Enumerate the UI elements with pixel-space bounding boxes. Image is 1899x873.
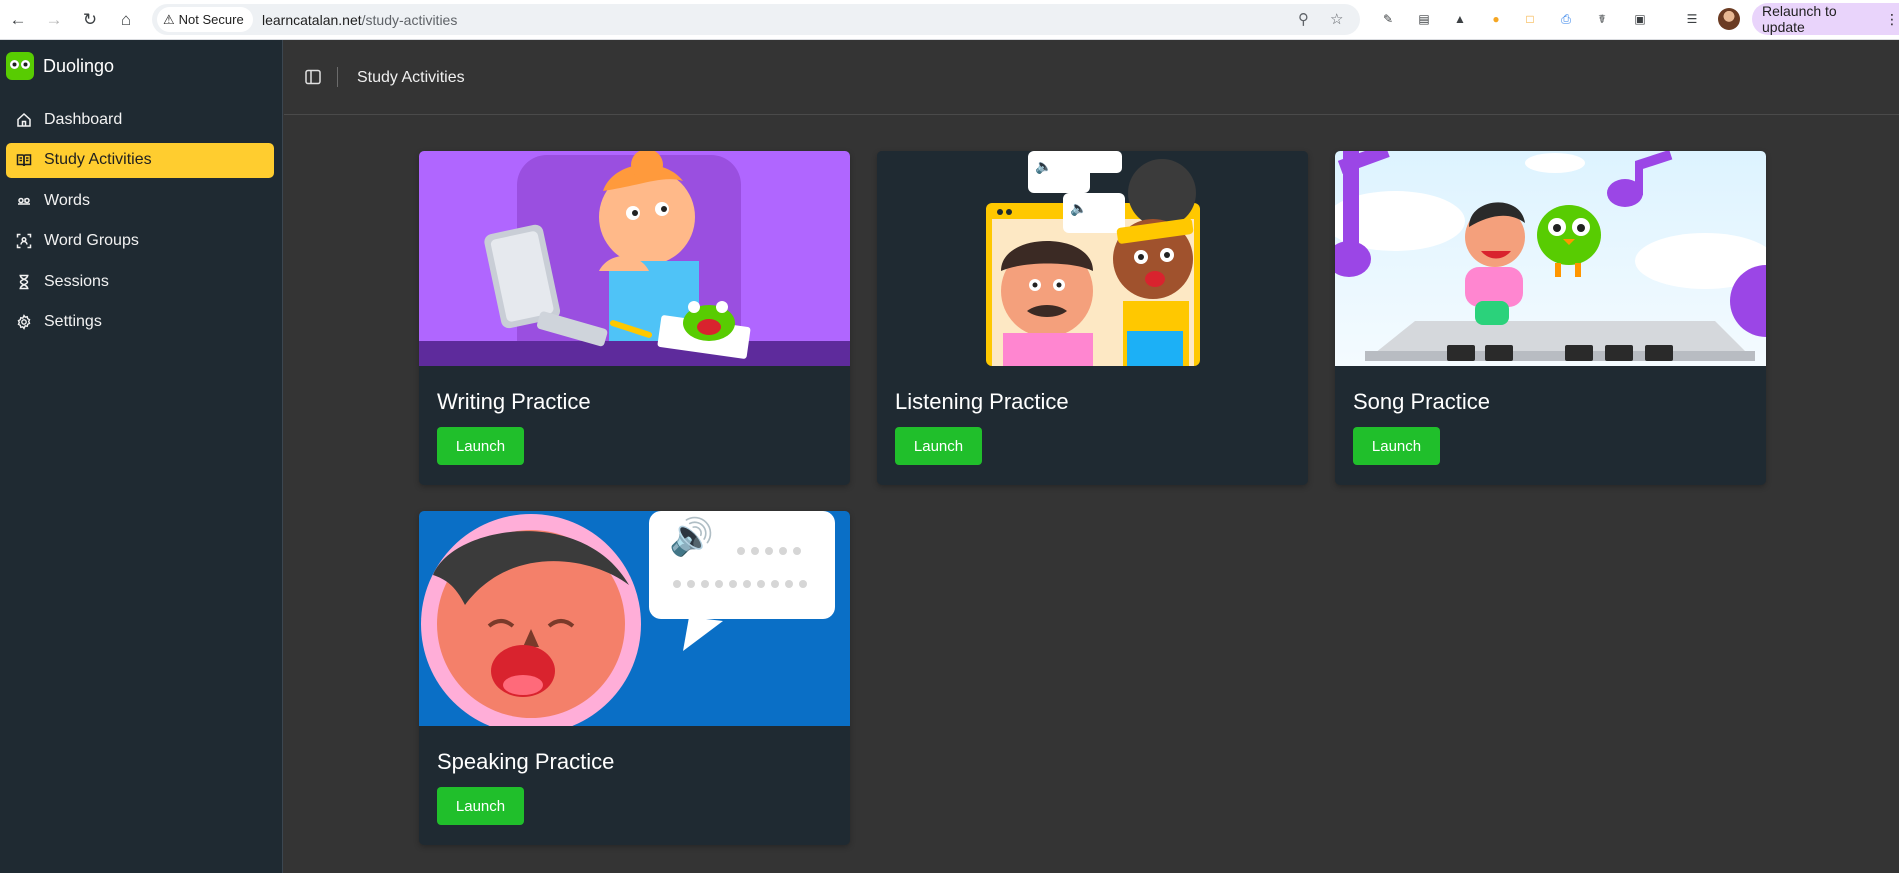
activity-title: Writing Practice [437, 389, 591, 414]
writing-practice-illustration [419, 151, 850, 366]
sidebar-item-sessions[interactable]: Sessions [6, 264, 274, 299]
activity-title: Song Practice [1353, 389, 1490, 414]
svg-text:🔊: 🔊 [669, 515, 714, 558]
sidebar-item-label: Study Activities [44, 151, 152, 168]
bookmark-star-icon[interactable]: ☆ [1330, 10, 1343, 28]
speaking-practice-illustration: 🔊 [419, 511, 850, 726]
eyedropper-extension-icon[interactable]: ✎ [1378, 9, 1398, 29]
reload-icon[interactable]: ↻ [76, 6, 104, 34]
sidebar-item-word-groups[interactable]: Word Groups [6, 224, 274, 259]
sidebar-item-label: Words [44, 191, 90, 209]
pdf-extension-icon[interactable]: □ [1520, 9, 1540, 29]
brand[interactable]: Duolingo [6, 52, 114, 80]
activity-card-writing: Writing Practice Launch [419, 151, 850, 485]
sidebar-item-label: Settings [44, 313, 102, 330]
browser-toolbar: ← → ↻ ⌂ ⚠ Not Secure learncatalan.net/st… [0, 0, 1899, 40]
accessibility-extension-icon[interactable]: ☤ [1592, 9, 1612, 29]
svg-text:🔈: 🔈 [1070, 201, 1087, 217]
launch-button[interactable]: Launch [895, 427, 982, 465]
amazon-extension-icon[interactable]: ▲ [1450, 9, 1470, 29]
sidebar-item-settings[interactable]: Settings [6, 305, 274, 340]
zoom-icon[interactable]: ⚲ [1298, 10, 1309, 28]
sidebar-item-dashboard[interactable]: Dashboard [6, 102, 274, 137]
puzzle-extensions-icon[interactable]: ▣ [1630, 9, 1650, 29]
profile-avatar[interactable] [1718, 8, 1740, 30]
sidebar-item-label: Word Groups [44, 232, 139, 249]
sidebar-toggle-icon[interactable] [304, 68, 322, 86]
security-label: Not Secure [178, 12, 244, 27]
breadcrumb: Study Activities [357, 69, 465, 86]
url-host: learncatalan.net [262, 12, 362, 28]
group-scan-icon [15, 232, 33, 250]
main-header: Study Activities [284, 40, 1899, 115]
gear-icon [15, 313, 33, 331]
activity-title: Listening Practice [895, 389, 1069, 414]
forward-icon[interactable]: → [40, 6, 68, 34]
launch-button[interactable]: Launch [437, 427, 524, 465]
address-bar[interactable]: ⚠ Not Secure learncatalan.net/study-acti… [152, 4, 1360, 35]
launch-button[interactable]: Launch [437, 787, 524, 825]
sidebar-item-label: Sessions [44, 272, 109, 290]
url-text[interactable]: learncatalan.net/study-activities [262, 12, 457, 28]
home-icon [15, 111, 33, 129]
grammar-extension-icon[interactable]: ● [1486, 9, 1506, 29]
book-open-icon [15, 151, 33, 169]
activity-card-listening: 🔈 🔈 Listening Practice Launch [877, 151, 1308, 485]
sidebar-item-study-activities[interactable]: Study Activities [6, 142, 274, 178]
brand-name: Duolingo [43, 55, 115, 76]
print-extension-icon[interactable]: ⎙ [1556, 9, 1576, 29]
reading-list-icon[interactable]: ☰ [1682, 9, 1702, 29]
url-path: /study-activities [361, 12, 458, 28]
back-icon[interactable]: ← [4, 6, 32, 34]
svg-text:🔈: 🔈 [1035, 159, 1052, 175]
launch-button[interactable]: Launch [1353, 427, 1440, 465]
relaunch-label: Relaunch to update [1762, 3, 1837, 35]
activity-card-speaking: 🔊 Speaking Practice Launch [419, 511, 850, 845]
song-practice-illustration [1335, 151, 1766, 366]
hourglass-icon [15, 273, 33, 291]
sidebar: Duolingo Dashboard Study Activities Word… [0, 40, 283, 873]
activity-title: Speaking Practice [437, 749, 615, 774]
more-vert-icon: ⋮ [1885, 10, 1899, 27]
words-icon [15, 192, 33, 210]
header-divider [337, 67, 338, 87]
document-extension-icon[interactable]: ▤ [1414, 9, 1434, 29]
security-chip[interactable]: ⚠ Not Secure [157, 7, 253, 32]
warning-icon: ⚠ [163, 11, 175, 27]
relaunch-button[interactable]: Relaunch to update ⋮ [1752, 3, 1899, 35]
activity-card-song: Song Practice Launch [1335, 151, 1766, 485]
sidebar-menu: Dashboard Study Activities Words Word Gr… [6, 102, 274, 345]
listening-practice-illustration: 🔈 🔈 [877, 151, 1308, 366]
sidebar-item-label: Dashboard [44, 110, 123, 128]
duolingo-owl-logo [6, 52, 34, 80]
home-icon[interactable]: ⌂ [112, 6, 140, 34]
sidebar-item-words[interactable]: Words [6, 183, 274, 218]
